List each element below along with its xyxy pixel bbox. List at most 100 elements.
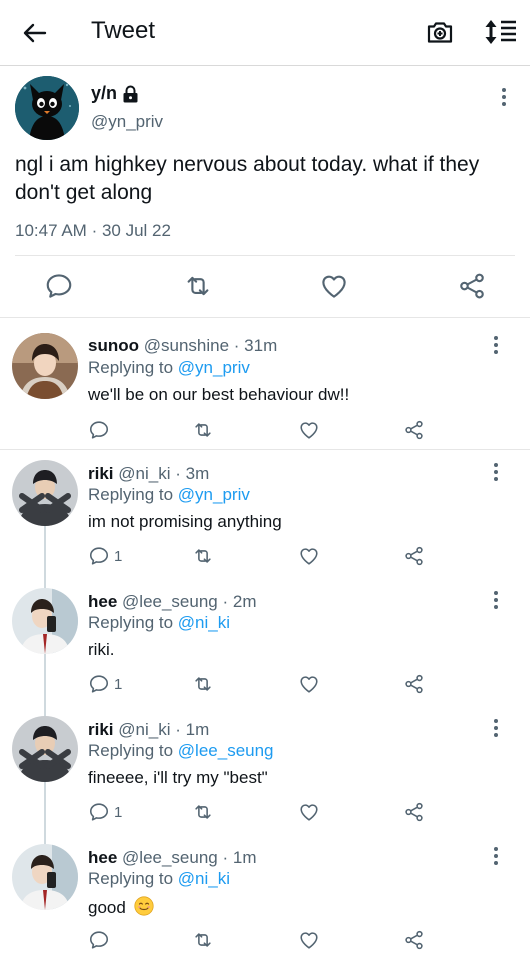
user-handle[interactable]: @ni_ki: [118, 720, 170, 739]
avatar[interactable]: [12, 333, 78, 399]
reply-tweet[interactable]: hee @lee_seung · 2m Replying to @ni_ki r…: [0, 578, 530, 706]
tweet-time: 10:47 AM: [15, 221, 87, 240]
mention-link[interactable]: @ni_ki: [178, 869, 230, 888]
retweet-button[interactable]: [192, 800, 214, 824]
avatar[interactable]: [12, 716, 78, 782]
user-handle[interactable]: @ni_ki: [118, 464, 170, 483]
reply-count: 1: [114, 547, 123, 565]
reply-text: good: [88, 898, 126, 917]
retweet-icon[interactable]: [183, 271, 213, 301]
display-name[interactable]: hee: [88, 848, 117, 867]
share-nodes-icon: [403, 673, 425, 695]
mention-link[interactable]: @lee_seung: [178, 741, 274, 760]
reply-button[interactable]: 1: [88, 544, 122, 568]
reply-tweet[interactable]: hee @lee_seung · 1m Replying to @ni_ki g…: [0, 834, 530, 960]
avatar[interactable]: [12, 844, 78, 910]
heart-icon: [298, 673, 320, 695]
replying-to: Replying to @yn_priv: [88, 358, 250, 378]
mention-link[interactable]: @ni_ki: [178, 613, 230, 632]
avatar[interactable]: [12, 588, 78, 654]
comment-icon: [88, 673, 110, 695]
reply-text: riki.: [88, 640, 115, 659]
like-button[interactable]: [298, 418, 320, 442]
reply-text: fineeee, i'll try my "best": [88, 768, 268, 787]
retweet-button[interactable]: [192, 544, 214, 568]
display-name[interactable]: hee: [88, 592, 117, 611]
retweet-icon: [192, 673, 214, 695]
retweet-button[interactable]: [192, 672, 214, 696]
sort-list-icon[interactable]: [484, 17, 518, 47]
reply-time: · 3m: [175, 464, 210, 483]
more-vertical-icon[interactable]: [486, 717, 506, 739]
share-nodes-icon: [403, 801, 425, 823]
smiling-face-emoji: [133, 896, 154, 916]
more-vertical-icon[interactable]: [494, 86, 514, 108]
replying-label: Replying to: [88, 869, 174, 888]
replying-to: Replying to @lee_seung: [88, 741, 274, 761]
user-handle[interactable]: @yn_priv: [91, 112, 163, 132]
camera-plus-icon[interactable]: [425, 17, 455, 47]
comment-icon: [88, 801, 110, 823]
share-button[interactable]: [403, 672, 425, 696]
heart-icon: [298, 929, 320, 951]
reply-header: riki @ni_ki · 3m: [88, 464, 209, 484]
heart-icon: [298, 801, 320, 823]
heart-icon: [298, 419, 320, 441]
reply-text: im not promising anything: [88, 512, 282, 531]
like-button[interactable]: [298, 544, 320, 568]
more-vertical-icon[interactable]: [486, 589, 506, 611]
reply-button[interactable]: 1: [88, 800, 122, 824]
like-button[interactable]: [298, 672, 320, 696]
heart-icon[interactable]: [319, 271, 349, 301]
reply-header: riki @ni_ki · 1m: [88, 720, 209, 740]
display-name[interactable]: riki: [88, 464, 114, 483]
more-vertical-icon[interactable]: [486, 461, 506, 483]
like-button[interactable]: [298, 928, 320, 952]
reply-header: hee @lee_seung · 1m: [88, 848, 256, 868]
display-name[interactable]: sunoo: [88, 336, 139, 355]
mention-link[interactable]: @yn_priv: [178, 485, 250, 504]
comment-icon[interactable]: [44, 271, 74, 301]
reply-text: we'll be on our best behaviour dw!!: [88, 385, 350, 404]
reply-header: hee @lee_seung · 2m: [88, 592, 256, 612]
share-button[interactable]: [403, 928, 425, 952]
reply-tweet[interactable]: sunoo @sunshine · 31m Replying to @yn_pr…: [0, 318, 530, 449]
reply-button[interactable]: [88, 928, 114, 952]
reply-button[interactable]: 1: [88, 672, 122, 696]
tweet-text: ngl i am highkey nervous about today. wh…: [15, 153, 480, 204]
reply-text-row: good: [88, 896, 154, 918]
retweet-icon: [192, 419, 214, 441]
like-button[interactable]: [298, 800, 320, 824]
share-nodes-icon[interactable]: [457, 271, 487, 301]
more-vertical-icon[interactable]: [486, 334, 506, 356]
comment-icon: [88, 419, 110, 441]
replying-label: Replying to: [88, 741, 174, 760]
reply-count: 1: [114, 675, 123, 693]
page-title: Tweet: [91, 17, 156, 44]
more-vertical-icon[interactable]: [486, 845, 506, 867]
comment-icon: [88, 929, 110, 951]
retweet-button[interactable]: [192, 418, 214, 442]
user-handle[interactable]: @sunshine: [144, 336, 229, 355]
display-name[interactable]: riki: [88, 720, 114, 739]
divider: [15, 255, 515, 256]
share-nodes-icon: [403, 545, 425, 567]
user-handle[interactable]: @lee_seung: [122, 848, 218, 867]
comment-icon: [88, 545, 110, 567]
reply-tweet[interactable]: riki @ni_ki · 3m Replying to @yn_priv im…: [0, 450, 530, 578]
share-button[interactable]: [403, 418, 425, 442]
reply-button[interactable]: [88, 418, 114, 442]
reply-tweet[interactable]: riki @ni_ki · 1m Replying to @lee_seung …: [0, 706, 530, 834]
share-button[interactable]: [403, 800, 425, 824]
retweet-button[interactable]: [192, 928, 214, 952]
share-button[interactable]: [403, 544, 425, 568]
avatar[interactable]: [12, 460, 78, 526]
arrow-left-icon[interactable]: [20, 18, 50, 48]
display-name: y/n: [91, 83, 118, 103]
retweet-icon: [192, 545, 214, 567]
avatar[interactable]: [15, 76, 79, 140]
mention-link[interactable]: @yn_priv: [178, 358, 250, 377]
reply-header: sunoo @sunshine · 31m: [88, 336, 277, 356]
user-handle[interactable]: @lee_seung: [122, 592, 218, 611]
replying-to: Replying to @ni_ki: [88, 613, 230, 633]
